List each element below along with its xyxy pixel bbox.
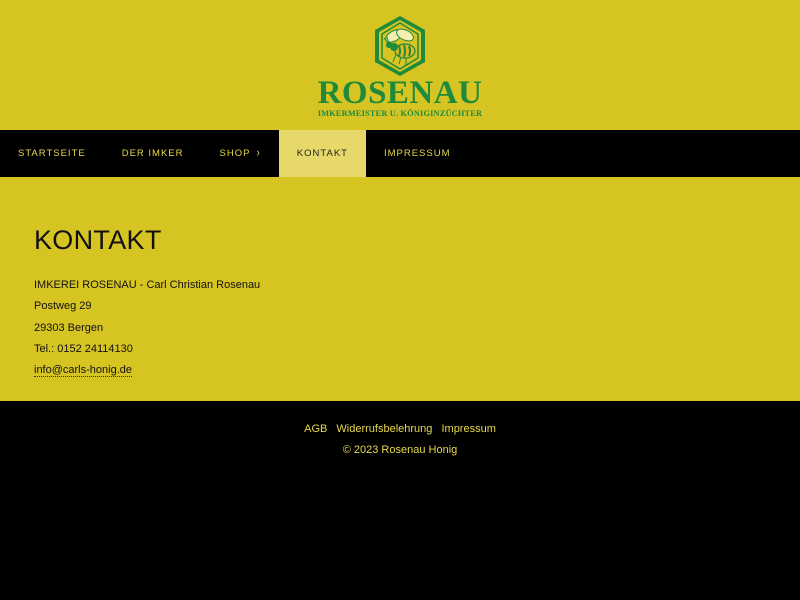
logo-title: ROSENAU <box>317 75 483 111</box>
nav-item-shop[interactable]: SHOP › <box>202 130 279 177</box>
email-row: info@carls-honig.de <box>34 363 766 384</box>
main-navigation: STARTSEITE DER IMKER SHOP › KONTAKT IMPR… <box>0 130 800 177</box>
nav-item-label: DER IMKER <box>121 148 184 159</box>
site-footer: AGB Widerrufsbelehrung Impressum © 2023 … <box>0 401 800 456</box>
company-name: IMKEREI ROSENAU - Carl Christian Rosenau <box>34 279 261 291</box>
nav-item-der-imker[interactable]: DER IMKER <box>104 130 202 177</box>
footer-link-agb[interactable]: AGB <box>304 423 327 435</box>
copyright-text: © 2023 Rosenau Honig <box>342 444 458 456</box>
site-header: ROSENAU IMKERMEISTER U. KÖNIGINZÜCHTER <box>0 0 800 130</box>
postal-city: 29303 Bergen <box>34 321 104 334</box>
page-title: KONTAKT <box>34 225 162 255</box>
nav-item-label: SHOP <box>219 148 251 159</box>
nav-item-kontakt[interactable]: KONTAKT <box>278 130 366 177</box>
street-address: Postweg 29 <box>34 300 92 313</box>
site-logo[interactable]: ROSENAU IMKERMEISTER U. KÖNIGINZÜCHTER <box>318 14 483 118</box>
phone-number: Tel.: 0152 24114130 <box>34 342 133 355</box>
nav-item-label: KONTAKT <box>296 148 348 159</box>
nav-item-label: STARTSEITE <box>18 148 86 159</box>
footer-link-widerrufsbelehrung[interactable]: Widerrufsbelehrung <box>336 423 432 435</box>
chevron-right-icon: › <box>256 146 261 161</box>
bee-hexagon-icon <box>374 16 425 76</box>
nav-item-label: IMPRESSUM <box>383 148 451 159</box>
logo-subtitle: IMKERMEISTER U. KÖNIGINZÜCHTER <box>317 109 483 118</box>
nav-item-startseite[interactable]: STARTSEITE <box>0 130 104 177</box>
nav-item-impressum[interactable]: IMPRESSUM <box>366 130 469 177</box>
footer-links: AGB Widerrufsbelehrung Impressum <box>0 423 800 435</box>
email-link[interactable]: info@carls-honig.de <box>34 364 132 378</box>
main-content: KONTAKT IMKEREI ROSENAU - Carl Christian… <box>0 177 800 401</box>
footer-link-impressum[interactable]: Impressum <box>441 423 495 435</box>
